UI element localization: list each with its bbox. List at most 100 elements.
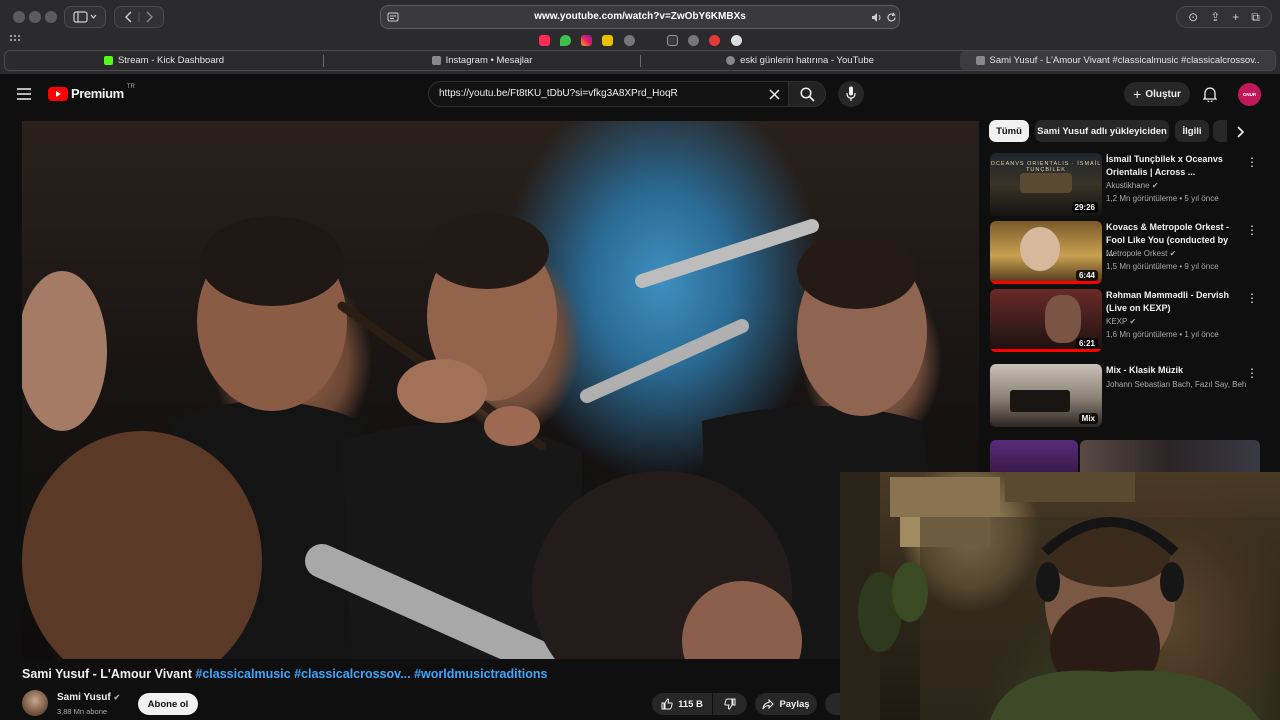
chip-partial[interactable] — [1213, 120, 1227, 142]
back-icon — [125, 11, 132, 23]
like-button[interactable]: 115 B — [652, 693, 712, 715]
window-minimize-button[interactable] — [29, 11, 41, 23]
watch-progress-bar — [990, 281, 1102, 284]
bookmark-openai-icon[interactable] — [731, 35, 742, 46]
recommendation-item[interactable]: 6:44 Kovacs & Metropole Orkest - Fool Li… — [988, 221, 1260, 287]
microphone-icon — [846, 86, 856, 101]
youtube-favicon-icon — [975, 56, 985, 65]
more-options-icon[interactable]: ⋮ — [1246, 366, 1258, 380]
recommendation-meta: 1,6 Mn görüntüleme • 1 yıl önce — [1106, 330, 1219, 339]
bookmark-f-icon[interactable] — [667, 35, 678, 46]
voice-search-button[interactable] — [838, 81, 864, 107]
bookmark-globe-icon[interactable] — [624, 35, 635, 46]
channel-avatar[interactable] — [22, 690, 48, 716]
tab-overview-icon[interactable]: ⧉ — [1251, 10, 1260, 25]
new-tab-icon[interactable]: + — [1232, 10, 1239, 24]
more-options-icon[interactable]: ⋮ — [1246, 291, 1258, 305]
create-button[interactable]: + Oluştur — [1124, 82, 1190, 106]
bookmark-drop-icon[interactable] — [560, 35, 571, 46]
bookmark-yellow-icon[interactable] — [602, 35, 613, 46]
more-options-icon[interactable]: ⋮ — [1246, 155, 1258, 169]
watch-progress-bar — [990, 349, 1102, 352]
search-box: https://youtu.be/Ft8tKU_tDbU?si=vfkg3A8X… — [428, 81, 790, 107]
recommendation-channel[interactable]: Metropole Orkest ✔ — [1106, 249, 1246, 258]
tab-kick-dashboard[interactable]: Stream - Kick Dashboard — [5, 51, 323, 70]
bookmark-youtube-icon[interactable] — [539, 35, 550, 46]
logo-text: Premium — [71, 86, 124, 101]
chip-related[interactable]: İlgili — [1175, 120, 1209, 142]
search-input[interactable]: https://youtu.be/Ft8tKU_tDbU?si=vfkg3A8X… — [439, 82, 749, 106]
recommendation-channel[interactable]: Akustikhane ✔ — [1106, 181, 1246, 190]
instagram-favicon-icon — [431, 56, 441, 65]
recommendation-meta: 1,2 Mn görüntüleme • 5 yıl önce — [1106, 194, 1219, 203]
recommendation-item[interactable]: OCEANVS ORIENTALIS · İSMAİL TUNÇBİLEK 29… — [988, 153, 1260, 219]
toolbar-right-group: ⊙ ⇪ + ⧉ — [1176, 6, 1272, 28]
tab-youtube-playlist[interactable]: eski günlerin hatırına - YouTube — [641, 51, 959, 70]
verified-icon: ✔ — [1169, 249, 1177, 258]
tab-active-video[interactable]: Sami Yusuf - L'Amour Vivant #classicalmu… — [960, 51, 1275, 70]
dislike-button[interactable] — [713, 693, 747, 715]
recommendation-title[interactable]: Mix - Klasik Müzik — [1106, 364, 1230, 377]
reload-icon[interactable] — [886, 12, 897, 23]
video-thumbnail-partial[interactable] — [990, 440, 1078, 472]
chevron-right-icon[interactable] — [1236, 126, 1245, 138]
bookmark-red-icon[interactable] — [709, 35, 720, 46]
thumbnail-piano — [1010, 390, 1070, 412]
thumbnail-caption: OCEANVS ORIENTALIS · İSMAİL TUNÇBİLEK — [990, 161, 1102, 173]
chip-all[interactable]: Tümü — [989, 120, 1029, 142]
notifications-bell-icon[interactable] — [1203, 86, 1217, 102]
recommendation-item[interactable]: Mix Mix - Klasik Müzik Johann Sebastian … — [988, 364, 1260, 430]
thumbnail-figure — [1020, 227, 1060, 271]
recommendation-title[interactable]: İsmail Tunçbilek x Oceanvs Orientalis | … — [1106, 153, 1230, 179]
more-actions-button[interactable] — [825, 693, 840, 715]
video-thumbnail-partial[interactable] — [1080, 440, 1260, 472]
logo-region: TR — [126, 83, 135, 90]
video-thumbnail[interactable]: Mix — [990, 364, 1102, 427]
youtube-header: Premium TR https://youtu.be/Ft8tKU_tDbU?… — [0, 74, 1280, 116]
share-button[interactable]: Paylaş — [755, 693, 817, 715]
youtube-premium-logo[interactable]: Premium TR — [48, 83, 135, 101]
globe-favicon-icon — [726, 56, 736, 65]
bookmark-globe2-icon[interactable] — [688, 35, 699, 46]
share-icon[interactable]: ⇪ — [1210, 10, 1220, 24]
tab-instagram[interactable]: Instagram • Mesajlar — [324, 51, 640, 70]
video-frame-image — [22, 213, 952, 659]
url-text: www.youtube.com/watch?v=ZwObY6KMBXs — [534, 11, 746, 22]
video-thumbnail[interactable]: OCEANVS ORIENTALIS · İSMAİL TUNÇBİLEK 29… — [990, 153, 1102, 216]
chip-from-uploader[interactable]: Sami Yusuf adlı yükleyiciden — [1035, 120, 1169, 142]
video-thumbnail[interactable]: 6:21 — [990, 289, 1102, 352]
window-close-button[interactable] — [13, 11, 25, 23]
subscribe-button[interactable]: Abone ol — [138, 693, 198, 715]
menu-icon[interactable] — [17, 88, 31, 100]
thumbnail-figure — [1020, 173, 1072, 193]
address-bar[interactable]: www.youtube.com/watch?v=ZwObY6KMBXs — [380, 5, 900, 29]
account-avatar[interactable]: ONUR — [1238, 83, 1261, 106]
thumbs-down-icon — [724, 698, 736, 710]
recommendation-item[interactable]: 6:21 Rəhman Məmmədli - Dervish (Live on … — [988, 289, 1260, 355]
hashtag-link[interactable]: #classicalmusic — [195, 667, 290, 681]
video-thumbnail[interactable]: 6:44 — [990, 221, 1102, 284]
search-button[interactable] — [788, 81, 826, 107]
recommendation-channel[interactable]: KEXP ✔ — [1106, 317, 1246, 326]
tab-bar: Stream - Kick Dashboard Instagram • Mesa… — [4, 50, 1276, 71]
sidebar-toggle-button[interactable] — [64, 6, 106, 28]
forward-icon — [146, 11, 153, 23]
hashtag-link[interactable]: #worldmusictraditions — [414, 667, 547, 681]
verified-icon: ✔ — [1129, 317, 1137, 326]
verified-icon: ✔ — [113, 693, 121, 702]
video-player[interactable] — [22, 121, 979, 659]
audio-playing-icon[interactable] — [871, 12, 883, 23]
recommendation-title[interactable]: Rəhman Məmmədli - Dervish (Live on KEXP) — [1106, 289, 1230, 315]
bookmark-instagram-icon[interactable] — [581, 35, 592, 46]
clear-search-icon[interactable] — [769, 89, 780, 100]
thumbnail-figure — [1045, 295, 1081, 343]
channel-name[interactable]: Sami Yusuf ✔ — [57, 692, 120, 703]
window-zoom-button[interactable] — [45, 11, 57, 23]
recommendation-meta: 1,5 Mn görüntüleme • 9 yıl önce — [1106, 262, 1219, 271]
grid-icon[interactable] — [10, 35, 20, 43]
download-icon[interactable]: ⊙ — [1188, 10, 1198, 24]
more-options-icon[interactable]: ⋮ — [1246, 223, 1258, 237]
hashtag-link[interactable]: #classicalcrossov... — [294, 667, 411, 681]
duration-badge: Mix — [1078, 413, 1098, 424]
verified-icon: ✔ — [1151, 181, 1159, 190]
